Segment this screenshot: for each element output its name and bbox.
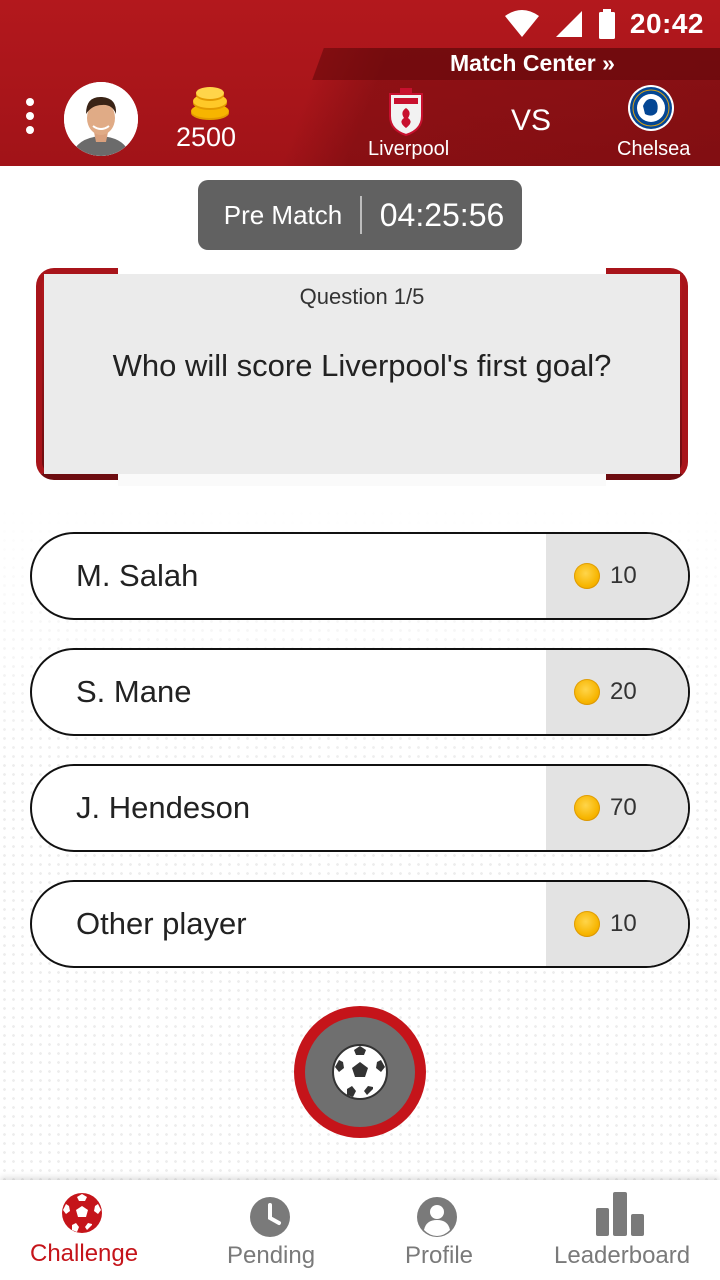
coins-balance: 2500 bbox=[176, 122, 237, 152]
liverpool-crest-icon[interactable] bbox=[386, 88, 426, 136]
coin-icon bbox=[574, 563, 600, 589]
nav-pending[interactable]: Pending bbox=[190, 1180, 350, 1280]
points-value: 70 bbox=[610, 794, 637, 821]
answer-label: M. Salah bbox=[76, 558, 199, 593]
nav-label: Challenge bbox=[30, 1240, 139, 1267]
answer-label: S. Mane bbox=[76, 674, 192, 709]
coins-icon bbox=[191, 87, 229, 120]
nav-leaderboard[interactable]: Leaderboard bbox=[540, 1180, 710, 1280]
soccer-ball-icon bbox=[332, 1044, 388, 1100]
question-text: Who will score Liverpool's first goal? bbox=[112, 348, 612, 383]
signal-icon bbox=[555, 11, 582, 37]
nav-profile[interactable]: Profile bbox=[370, 1180, 510, 1280]
points-value: 10 bbox=[610, 910, 637, 937]
answer-option[interactable]: M. Salah 10 bbox=[30, 532, 690, 620]
points-value: 20 bbox=[610, 678, 637, 705]
soccer-ball-icon bbox=[62, 1193, 102, 1233]
answer-option[interactable]: Other player 10 bbox=[30, 880, 690, 968]
status-bar: 20:42 bbox=[0, 0, 720, 48]
battery-icon bbox=[598, 9, 615, 39]
answer-points: 10 bbox=[546, 882, 688, 966]
answer-points: 70 bbox=[546, 766, 688, 850]
countdown: 04:25:56 bbox=[379, 196, 505, 233]
coin-icon bbox=[574, 911, 600, 937]
clock-icon bbox=[250, 1197, 290, 1237]
vs-label: VS bbox=[511, 104, 552, 137]
bottom-nav: Challenge Pending Profile Leaderboard bbox=[0, 1180, 720, 1280]
bar-chart-icon bbox=[596, 1192, 644, 1236]
question-frame-gap-bottom bbox=[118, 474, 606, 486]
away-team-name: Chelsea bbox=[617, 138, 691, 160]
coin-icon bbox=[574, 679, 600, 705]
person-icon bbox=[417, 1197, 457, 1237]
match-timer: Pre Match 04:25:56 bbox=[198, 180, 522, 250]
status-time: 20:42 bbox=[629, 8, 704, 39]
overflow-menu-icon[interactable] bbox=[22, 98, 38, 134]
submit-ball-button[interactable] bbox=[294, 1006, 426, 1138]
home-team-name: Liverpool bbox=[368, 138, 450, 160]
question-number: Question 1/5 bbox=[299, 284, 425, 309]
nav-label: Pending bbox=[227, 1242, 316, 1269]
answer-points: 20 bbox=[546, 650, 688, 734]
nav-label: Leaderboard bbox=[554, 1242, 691, 1269]
nav-label: Profile bbox=[405, 1242, 474, 1269]
answer-option[interactable]: S. Mane 20 bbox=[30, 648, 690, 736]
fab-inner bbox=[305, 1017, 415, 1127]
wifi-icon bbox=[504, 10, 539, 37]
points-value: 10 bbox=[610, 562, 637, 589]
question-frame-gap-top bbox=[118, 262, 606, 274]
match-center-link[interactable]: Match Center » bbox=[450, 50, 615, 77]
answer-points: 10 bbox=[546, 534, 688, 618]
chelsea-crest-icon[interactable] bbox=[627, 84, 675, 132]
match-phase: Pre Match bbox=[223, 199, 343, 230]
answer-label: Other player bbox=[76, 906, 247, 941]
answer-option[interactable]: J. Hendeson 70 bbox=[30, 764, 690, 852]
app-header: 20:42 Match Center » 2500 Liverpool VS C… bbox=[0, 0, 720, 166]
coin-icon bbox=[574, 795, 600, 821]
answer-label: J. Hendeson bbox=[76, 790, 251, 825]
avatar[interactable] bbox=[64, 82, 138, 156]
nav-challenge[interactable]: Challenge bbox=[0, 1180, 165, 1280]
